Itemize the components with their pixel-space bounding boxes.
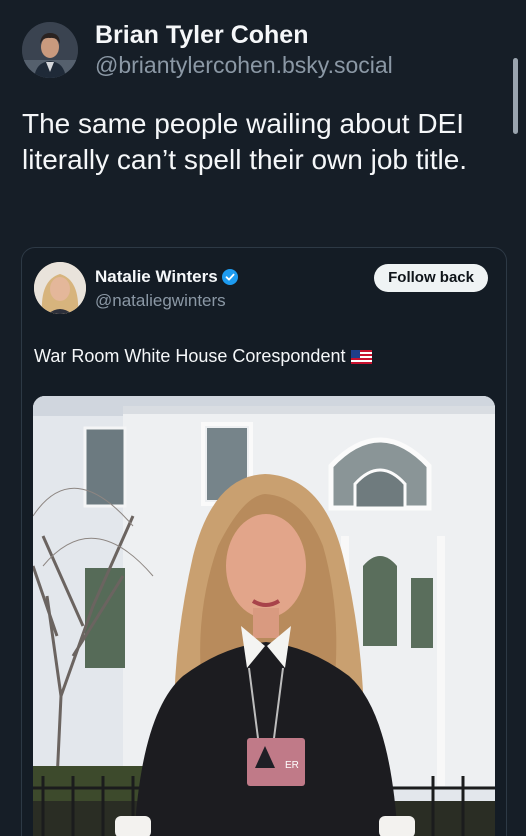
author-names: Brian Tyler Cohen @briantylercohen.bsky.… — [95, 20, 393, 80]
person-avatar-icon — [34, 262, 86, 314]
author-handle[interactable]: @briantylercohen.bsky.social — [95, 50, 393, 80]
badge-text: ER — [285, 760, 299, 771]
person-avatar-icon — [22, 22, 78, 78]
us-flag-icon — [351, 349, 373, 364]
quoted-author-handle[interactable]: @nataliegwinters — [95, 291, 226, 311]
post-photo[interactable]: ER — [33, 396, 495, 836]
verified-badge-icon — [221, 269, 238, 285]
author-avatar[interactable] — [22, 22, 78, 78]
quoted-name-row: Natalie Winters — [95, 267, 238, 287]
scrollbar[interactable] — [513, 58, 518, 134]
quoted-text-row: War Room White House Corespondent — [34, 346, 373, 367]
quoted-author-name[interactable]: Natalie Winters — [95, 267, 218, 287]
quoted-post[interactable]: Natalie Winters @nataliegwinters Follow … — [21, 247, 507, 836]
quoted-text: War Room White House Corespondent — [34, 346, 346, 366]
white-house-portrait-image: ER — [33, 396, 495, 836]
quoted-author-avatar[interactable] — [34, 262, 86, 314]
screen: Brian Tyler Cohen @briantylercohen.bsky.… — [0, 0, 526, 836]
post-text: The same people wailing about DEI litera… — [22, 108, 468, 175]
follow-back-button[interactable]: Follow back — [374, 264, 488, 292]
author-name[interactable]: Brian Tyler Cohen — [95, 20, 393, 50]
post-header: Brian Tyler Cohen @briantylercohen.bsky.… — [22, 20, 393, 80]
